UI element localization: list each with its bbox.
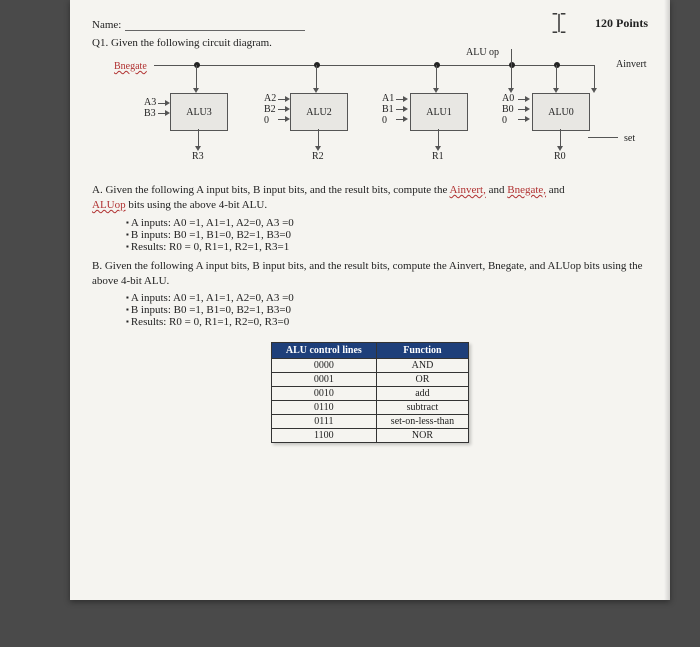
cell: add (376, 387, 468, 401)
bullet: A inputs: A0 =1, A1=1, A2=0, A3 =0 (126, 292, 648, 304)
ainvert-label: Ainvert (616, 59, 647, 70)
bus-drop (436, 65, 437, 91)
bnegate-red: Bnegate, (507, 184, 546, 196)
in-arrow (278, 119, 288, 120)
bullet: B inputs: B0 =1, B1=0, B2=1, B3=0 (126, 304, 648, 316)
ainvert-red: Ainvert, (449, 184, 485, 196)
cell: 0110 (271, 401, 376, 415)
page-shadow (664, 0, 670, 600)
part-a: A. Given the following A input bits, B i… (92, 183, 648, 213)
r0-label: R0 (554, 151, 566, 162)
in-arrow (278, 99, 288, 100)
bus-drop (511, 49, 512, 91)
alu2-box: ALU2 (290, 93, 348, 131)
in-arrow (518, 119, 528, 120)
bus-drop (316, 65, 317, 91)
aluop-label: ALU op (466, 47, 499, 58)
alu2-inputs: A2 B2 0 (264, 93, 276, 126)
bus-dot (509, 62, 515, 68)
bus-dot (194, 62, 200, 68)
text-cursor-icon (549, 12, 569, 34)
cell: OR (376, 373, 468, 387)
aluop-red: ALUop (92, 199, 126, 211)
cell: 0010 (271, 387, 376, 401)
th-function: Function (376, 343, 468, 359)
part-b: B. Given the following A input bits, B i… (92, 259, 648, 289)
table-row: 0000AND (271, 359, 468, 373)
alu-control-table: ALU control lines Function 0000AND 0001O… (271, 342, 469, 443)
cell: 0000 (271, 359, 376, 373)
out-drop (198, 129, 199, 149)
in-arrow (278, 109, 288, 110)
in-arrow (396, 119, 406, 120)
bus-drop (196, 65, 197, 91)
out-drop (438, 129, 439, 149)
bullet: Results: R0 = 0, R1=1, R2=0, R3=0 (126, 316, 648, 328)
points-text: 120 Points (595, 16, 648, 30)
alu0-box: ALU0 (532, 93, 590, 131)
set-label: set (624, 133, 635, 144)
r1-label: R1 (432, 151, 444, 162)
alu1-box: ALU1 (410, 93, 468, 131)
bullet: A inputs: A0 =1, A1=1, A2=0, A3 =0 (126, 217, 648, 229)
r2-label: R2 (312, 151, 324, 162)
table-row: 0001OR (271, 373, 468, 387)
in-arrow (518, 99, 528, 100)
header-row: Name: 120 Points (92, 16, 648, 31)
top-bus (154, 65, 594, 66)
bullet: B inputs: B0 =1, B1=0, B2=1, B3=0 (126, 229, 648, 241)
part-a-line2: bits using the above 4-bit ALU. (126, 199, 267, 211)
in-arrow (158, 103, 168, 104)
and-text2: and (549, 184, 565, 196)
in-arrow (396, 99, 406, 100)
bus-drop (594, 65, 595, 91)
th-control: ALU control lines (271, 343, 376, 359)
alu3-inputs: A3 B3 (144, 97, 156, 119)
name-field: Name: (92, 18, 305, 31)
table-row: 1100NOR (271, 429, 468, 443)
cell: set-on-less-than (376, 415, 468, 429)
alu1-text: ALU1 (426, 107, 452, 118)
bus-drop (556, 65, 557, 91)
in-arrow (396, 109, 406, 110)
cell: 1100 (271, 429, 376, 443)
points-label: 120 Points (595, 16, 648, 31)
set-line (588, 137, 618, 138)
cell: AND (376, 359, 468, 373)
out-drop (318, 129, 319, 149)
alu0-text: ALU0 (548, 107, 574, 118)
name-underline (125, 18, 305, 31)
table-row: 0111set-on-less-than (271, 415, 468, 429)
q1-prompt: Q1. Given the following circuit diagram. (92, 37, 648, 49)
alu1-inputs: A1 B1 0 (382, 93, 394, 126)
bnegate-label: Bnegate (114, 61, 147, 72)
cell: 0001 (271, 373, 376, 387)
alu0-inputs: A0 B0 0 (502, 93, 514, 126)
cell: 0111 (271, 415, 376, 429)
circuit-diagram: Bnegate ALU op Ainvert set A3 B3 A2 B2 0… (114, 53, 624, 173)
out-drop (560, 129, 561, 149)
cell: NOR (376, 429, 468, 443)
bullet: Results: R0 = 0, R1=1, R2=1, R3=1 (126, 241, 648, 253)
bus-dot (554, 62, 560, 68)
bus-dot (434, 62, 440, 68)
part-a-bullets: A inputs: A0 =1, A1=1, A2=0, A3 =0 B inp… (126, 217, 648, 253)
r3-label: R3 (192, 151, 204, 162)
alu3-box: ALU3 (170, 93, 228, 131)
cell: subtract (376, 401, 468, 415)
in-arrow (518, 109, 528, 110)
bus-dot (314, 62, 320, 68)
part-a-text: A. Given the following A input bits, B i… (92, 184, 449, 196)
table-row: 0110subtract (271, 401, 468, 415)
and-text: and (489, 184, 508, 196)
alu2-text: ALU2 (306, 107, 332, 118)
part-b-bullets: A inputs: A0 =1, A1=1, A2=0, A3 =0 B inp… (126, 292, 648, 328)
table-row: 0010add (271, 387, 468, 401)
worksheet-page: Name: 120 Points Q1. Given the following… (70, 0, 670, 600)
name-label: Name: (92, 19, 121, 31)
in-arrow (158, 113, 168, 114)
alu3-text: ALU3 (186, 107, 212, 118)
